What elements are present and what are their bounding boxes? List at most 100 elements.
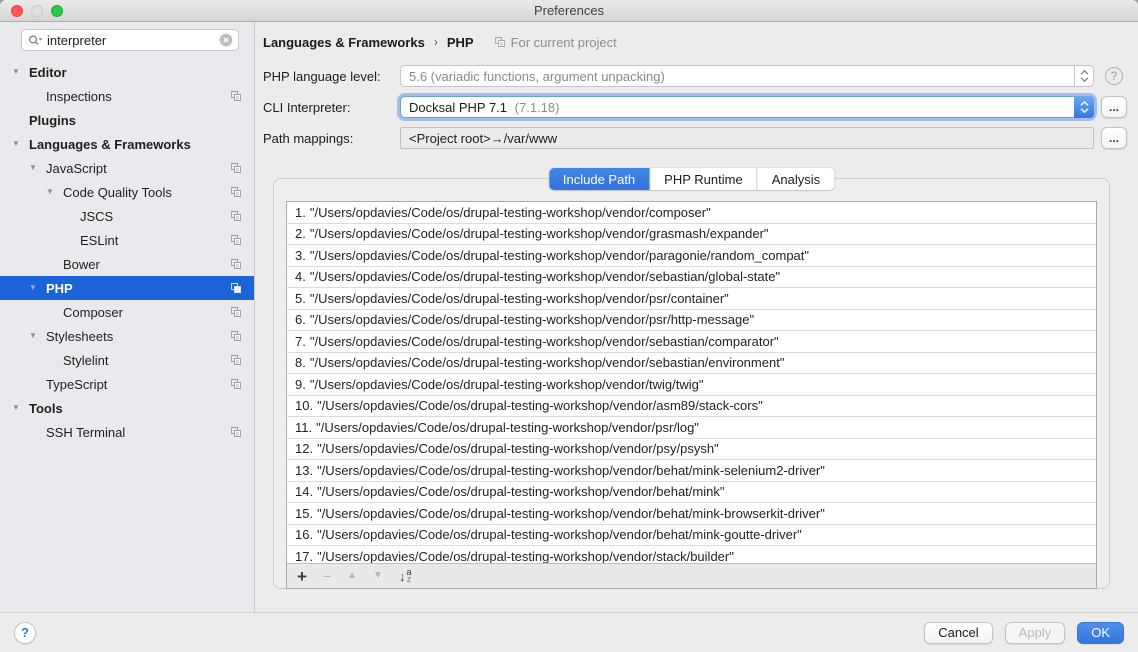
include-path-row[interactable]: 17."/Users/opdavies/Code/os/drupal-testi…	[287, 546, 1096, 563]
sidebar-item-php[interactable]: ▼PHP	[0, 276, 254, 300]
expand-arrow-icon[interactable]: ▼	[29, 284, 46, 292]
include-path-row[interactable]: 14."/Users/opdavies/Code/os/drupal-testi…	[287, 482, 1096, 504]
shared-settings-icon	[230, 378, 242, 390]
row-path: "/Users/opdavies/Code/os/drupal-testing-…	[310, 291, 729, 306]
row-number: 7.	[295, 334, 306, 349]
row-path: "/Users/opdavies/Code/os/drupal-testing-…	[310, 355, 785, 370]
move-up-button[interactable]: ▲	[347, 571, 357, 581]
sidebar-item-composer[interactable]: Composer	[0, 300, 254, 324]
sidebar-item-code-quality-tools[interactable]: ▼Code Quality Tools	[0, 180, 254, 204]
expand-arrow-icon[interactable]: ▼	[12, 140, 29, 148]
close-window-button[interactable]	[11, 5, 23, 17]
language-level-help-button[interactable]: ?	[1105, 67, 1123, 85]
expand-arrow-icon[interactable]: ▼	[29, 164, 46, 172]
sidebar-item-label: ESLint	[80, 233, 118, 248]
title-bar: Preferences	[0, 0, 1138, 22]
list-toolbar: + − ▲ ▼ ↓ a z	[287, 563, 1096, 588]
settings-tree: ▼EditorInspectionsPlugins▼Languages & Fr…	[0, 60, 254, 444]
settings-sidebar: ▼EditorInspectionsPlugins▼Languages & Fr…	[0, 22, 255, 612]
include-path-row[interactable]: 11."/Users/opdavies/Code/os/drupal-testi…	[287, 417, 1096, 439]
sidebar-item-ssh-terminal[interactable]: SSH Terminal	[0, 420, 254, 444]
path-mappings-field[interactable]: <Project root>→/var/www	[400, 127, 1094, 149]
row-path: "/Users/opdavies/Code/os/drupal-testing-…	[310, 205, 711, 220]
shared-settings-icon	[494, 36, 506, 48]
dropdown-stepper-icon[interactable]	[1074, 66, 1093, 86]
sidebar-item-stylesheets[interactable]: ▼Stylesheets	[0, 324, 254, 348]
row-number: 5.	[295, 291, 306, 306]
shared-settings-icon	[230, 354, 242, 366]
sidebar-item-bower[interactable]: Bower	[0, 252, 254, 276]
expand-arrow-icon[interactable]: ▼	[12, 68, 29, 76]
help-button[interactable]: ?	[14, 622, 36, 644]
include-path-row[interactable]: 13."/Users/opdavies/Code/os/drupal-testi…	[287, 460, 1096, 482]
include-path-row[interactable]: 16."/Users/opdavies/Code/os/drupal-testi…	[287, 525, 1096, 547]
traffic-lights	[11, 5, 63, 17]
include-path-row[interactable]: 6."/Users/opdavies/Code/os/drupal-testin…	[287, 310, 1096, 332]
breadcrumb: Languages & Frameworks › PHP For current…	[263, 32, 1138, 52]
include-path-row[interactable]: 2."/Users/opdavies/Code/os/drupal-testin…	[287, 224, 1096, 246]
path-mappings-label: Path mappings:	[263, 131, 400, 146]
language-level-label: PHP language level:	[263, 69, 400, 84]
move-down-button[interactable]: ▼	[373, 571, 383, 581]
sidebar-item-editor[interactable]: ▼Editor	[0, 60, 254, 84]
sidebar-item-label: Languages & Frameworks	[29, 137, 191, 152]
sidebar-item-stylelint[interactable]: Stylelint	[0, 348, 254, 372]
shared-settings-icon	[230, 186, 242, 198]
minimize-window-button[interactable]	[31, 5, 43, 17]
settings-search-box[interactable]	[21, 29, 239, 51]
tab-include-path[interactable]: Include Path	[549, 168, 650, 190]
language-level-row: PHP language level: 5.6 (variadic functi…	[263, 65, 1138, 87]
row-path: "/Users/opdavies/Code/os/drupal-testing-…	[310, 269, 780, 284]
path-mappings-browse-button[interactable]: ...	[1101, 127, 1127, 149]
include-path-row[interactable]: 15."/Users/opdavies/Code/os/drupal-testi…	[287, 503, 1096, 525]
sidebar-item-label: Code Quality Tools	[63, 185, 172, 200]
cli-interpreter-select[interactable]: Docksal PHP 7.1 (7.1.18)	[400, 96, 1094, 118]
sidebar-item-plugins[interactable]: Plugins	[0, 108, 254, 132]
sidebar-item-label: Stylesheets	[46, 329, 113, 344]
sort-alphabetically-icon[interactable]: ↓ a z	[399, 569, 412, 583]
include-path-row[interactable]: 8. "/Users/opdavies/Code/os/drupal-testin…	[287, 353, 1096, 375]
expand-arrow-icon[interactable]: ▼	[46, 188, 63, 196]
tab-php-runtime[interactable]: PHP Runtime	[650, 168, 758, 190]
sidebar-item-languages-frameworks[interactable]: ▼Languages & Frameworks	[0, 132, 254, 156]
tab-analysis[interactable]: Analysis	[758, 168, 834, 190]
dropdown-stepper-icon[interactable]	[1074, 96, 1094, 118]
expand-arrow-icon[interactable]: ▼	[12, 404, 29, 412]
zoom-window-button[interactable]	[51, 5, 63, 17]
include-path-row[interactable]: 1."/Users/opdavies/Code/os/drupal-testin…	[287, 202, 1096, 224]
include-path-row[interactable]: 4. "/Users/opdavies/Code/os/drupal-testin…	[287, 267, 1096, 289]
settings-main: Languages & Frameworks › PHP For current…	[255, 22, 1138, 612]
sidebar-item-inspections[interactable]: Inspections	[0, 84, 254, 108]
include-path-row[interactable]: 9."/Users/opdavies/Code/os/drupal-testin…	[287, 374, 1096, 396]
sidebar-item-tools[interactable]: ▼Tools	[0, 396, 254, 420]
dialog-footer: ? Cancel Apply OK	[0, 612, 1138, 652]
interpreter-browse-button[interactable]: ...	[1101, 96, 1127, 118]
sidebar-item-javascript[interactable]: ▼JavaScript	[0, 156, 254, 180]
include-path-row[interactable]: 12."/Users/opdavies/Code/os/drupal-testi…	[287, 439, 1096, 461]
search-input[interactable]	[47, 33, 215, 48]
row-number: 8.	[295, 355, 306, 370]
sidebar-item-eslint[interactable]: ESLint	[0, 228, 254, 252]
include-path-row[interactable]: 5. "/Users/opdavies/Code/os/drupal-testin…	[287, 288, 1096, 310]
cancel-button[interactable]: Cancel	[924, 622, 992, 644]
breadcrumb-separator-icon: ›	[434, 35, 438, 49]
language-level-select[interactable]: 5.6 (variadic functions, argument unpack…	[400, 65, 1094, 87]
remove-path-button[interactable]: −	[323, 569, 331, 583]
include-path-row[interactable]: 7. "/Users/opdavies/Code/os/drupal-testin…	[287, 331, 1096, 353]
row-path: "/Users/opdavies/Code/os/drupal-testing-…	[316, 420, 699, 435]
row-path: "/Users/opdavies/Code/os/drupal-testing-…	[310, 334, 779, 349]
sidebar-item-label: Composer	[63, 305, 123, 320]
sidebar-item-jscs[interactable]: JSCS	[0, 204, 254, 228]
include-path-row[interactable]: 3."/Users/opdavies/Code/os/drupal-testin…	[287, 245, 1096, 267]
add-path-button[interactable]: +	[297, 568, 307, 585]
sidebar-item-typescript[interactable]: TypeScript	[0, 372, 254, 396]
row-path: "/Users/opdavies/Code/os/drupal-testing-…	[317, 506, 825, 521]
cli-interpreter-value: Docksal PHP 7.1 (7.1.18)	[401, 100, 1074, 115]
apply-button[interactable]: Apply	[1005, 622, 1066, 644]
clear-search-icon[interactable]	[219, 33, 233, 47]
breadcrumb-section[interactable]: Languages & Frameworks	[263, 35, 425, 50]
expand-arrow-icon[interactable]: ▼	[29, 332, 46, 340]
row-number: 4.	[295, 269, 306, 284]
ok-button[interactable]: OK	[1077, 622, 1124, 644]
include-path-row[interactable]: 10."/Users/opdavies/Code/os/drupal-testi…	[287, 396, 1096, 418]
